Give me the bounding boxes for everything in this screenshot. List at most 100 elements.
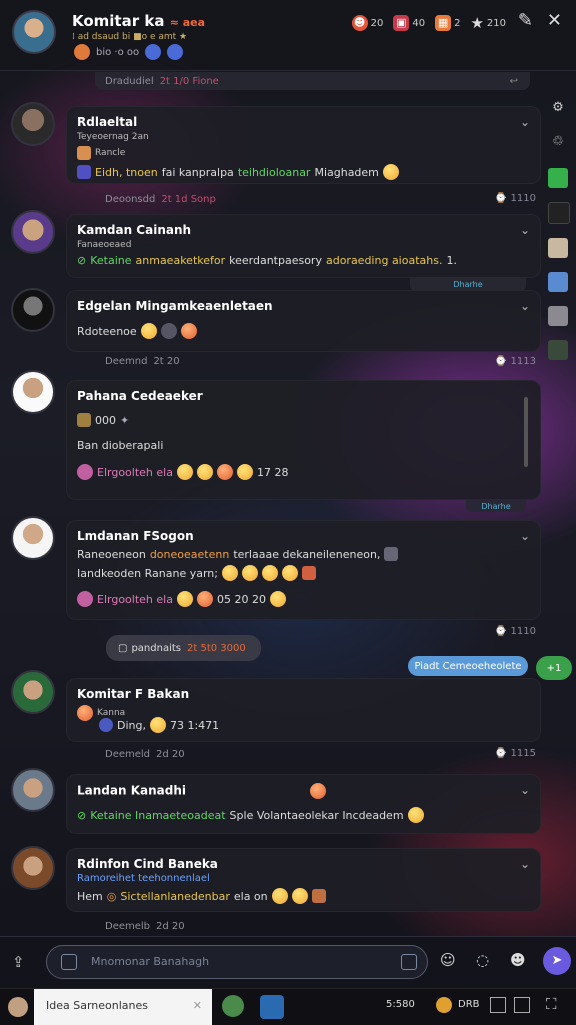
message-card[interactable]: ⌄ Rdinfon Cind Baneka Ramoreihet teehonn… <box>66 848 541 912</box>
scrollbar[interactable] <box>524 397 528 467</box>
edit-icon[interactable]: ✎ <box>518 10 533 31</box>
message-time: ⌚ 1110 <box>494 626 536 637</box>
emoji-picker-icon[interactable]: ☺ <box>440 951 456 969</box>
avatar[interactable] <box>11 210 55 254</box>
gif-icon[interactable] <box>401 954 417 970</box>
reaction-label: Elrgoolteh ela <box>97 592 173 606</box>
flame-icon: ☻ <box>351 15 368 31</box>
stat-gift[interactable]: ▣ 40 <box>393 15 425 31</box>
plus-one-button[interactable]: +1 <box>536 656 572 680</box>
message-author[interactable]: Landan Kanadhi <box>77 783 530 799</box>
separator-text: Deoonsdd <box>105 193 156 205</box>
mood-icon <box>74 44 90 60</box>
message-input-placeholder: Mnomonar Banahagh <box>91 955 210 968</box>
avatar[interactable] <box>11 846 55 890</box>
avatar[interactable] <box>11 288 55 332</box>
message-author[interactable]: Edgelan Mingamkeaenletaen <box>77 299 530 313</box>
avatar[interactable] <box>11 516 55 560</box>
channel-title-accent: ≈ aea <box>169 16 206 29</box>
message-card[interactable]: ⌄ Kamdan Cainanh Fanaeoeaed ⊘ Ketaine an… <box>66 214 541 278</box>
chevron-down-icon[interactable]: ⌄ <box>520 299 530 313</box>
chevron-down-icon[interactable]: ⌄ <box>520 223 530 237</box>
thumbnail-icon-3[interactable] <box>548 306 568 326</box>
message-input[interactable]: Mnomonar Banahagh <box>46 945 428 979</box>
close-icon[interactable]: ✕ <box>547 10 562 31</box>
reaction-row[interactable]: Elrgoolteh ela 17 28 <box>77 464 530 480</box>
message-label: Kanna <box>97 708 126 718</box>
message-time: ⌚ 1115 <box>494 748 536 759</box>
settings-icon[interactable]: ⚙ <box>548 100 568 120</box>
attach-icon[interactable]: ⇪ <box>12 953 25 971</box>
message-card[interactable]: ⌄ Rdlaeltal Teyeoernag 2an Rancle Eidh, … <box>66 106 541 184</box>
message-author-text: Landan Kanadhi <box>77 783 186 798</box>
message-text-end: 1. <box>446 254 457 267</box>
channel-title-text: Komitar ka <box>72 12 165 30</box>
stat-flame[interactable]: ☻ 20 <box>351 15 383 31</box>
image-icon[interactable] <box>61 954 77 970</box>
display-icon[interactable] <box>490 997 506 1013</box>
sticker-icon <box>301 566 316 580</box>
reaction-bar[interactable]: Dharhe <box>466 500 526 512</box>
app-icon-dark[interactable] <box>548 202 570 224</box>
message-author[interactable]: Komitar F Bakan <box>77 687 530 701</box>
message-card[interactable]: ⌄ Edgelan Mingamkeaenletaen Rdoteenoe <box>66 290 541 352</box>
emoji-icon <box>196 591 213 607</box>
separator-text: Deemelb <box>105 920 151 932</box>
chevron-down-icon[interactable]: ⌄ <box>520 857 530 871</box>
fullscreen-icon[interactable]: ⛶ <box>546 995 557 1013</box>
avatar[interactable] <box>11 670 55 714</box>
message-subline: Ramoreihet teehonnenlael <box>77 873 210 884</box>
coin-icon: ◎ <box>106 889 117 903</box>
window-icon[interactable] <box>514 997 530 1013</box>
clear-icon[interactable]: ✕ <box>193 999 202 1012</box>
message-card[interactable]: Pahana Cedeaeker 000 ✦ Ban dioberapali E… <box>66 380 541 500</box>
avatar[interactable] <box>11 370 55 414</box>
tray-icon[interactable] <box>436 997 452 1013</box>
reply-icon[interactable]: ↩ <box>510 76 518 87</box>
star-icon: ★ <box>470 14 484 32</box>
new-messages-pill[interactable]: Piadt Cemeoeheolete <box>408 656 528 676</box>
game-icon[interactable] <box>548 168 568 188</box>
user-avatar-icon[interactable] <box>8 997 28 1017</box>
puzzle-icon[interactable]: ♲ <box>548 134 568 154</box>
message-text: Ding, <box>117 718 146 732</box>
thumbnail-icon-2[interactable] <box>548 272 568 292</box>
message-text: Sple Volantaeolekar Incdeadem <box>229 808 404 822</box>
taskbar-clock: 5:580 <box>386 999 415 1010</box>
reaction-picker-icon[interactable]: ☻ <box>510 951 526 969</box>
message-author[interactable]: Lmdanan FSogon <box>77 529 530 543</box>
avatar[interactable] <box>11 768 55 812</box>
message-author[interactable]: Rdlaeltal <box>77 115 530 129</box>
channel-avatar[interactable] <box>12 10 56 54</box>
taskbar-search[interactable]: Idea Sarneonlanes ✕ <box>34 989 212 1025</box>
reaction-bar[interactable]: Dharhe <box>410 277 526 291</box>
message-author[interactable]: Kamdan Cainanh <box>77 223 530 237</box>
thumbnail-icon-1[interactable] <box>548 238 568 258</box>
header-actions: ✎ ✕ <box>518 10 562 31</box>
stat-star[interactable]: ★ 210 <box>470 14 506 32</box>
message-text-line: Raneoeneon doneoeaetenn terlaaae dekanei… <box>77 547 530 561</box>
badge-icon <box>77 165 91 179</box>
chevron-down-icon[interactable]: ⌄ <box>520 115 530 129</box>
stat-box[interactable]: ▦ 2 <box>435 15 460 31</box>
message-author[interactable]: Pahana Cedeaeker <box>77 389 530 403</box>
chevron-down-icon[interactable]: ⌄ <box>520 783 530 797</box>
app-icon-blue[interactable] <box>260 995 284 1019</box>
header-stats: ☻ 20 ▣ 40 ▦ 2 ★ 210 <box>351 14 506 32</box>
message-card[interactable]: ⌄ Landan Kanadhi ⊘ Ketaine Inamaeteoadea… <box>66 774 541 834</box>
message-author[interactable]: Rdinfon Cind Baneka <box>77 857 530 871</box>
avatar[interactable] <box>11 102 55 146</box>
app-icon-green[interactable] <box>222 995 244 1017</box>
date-pill[interactable]: ▢ pandnaits 2t 5t0 3000 <box>106 635 261 661</box>
chevron-down-icon[interactable]: ⌄ <box>520 529 530 543</box>
reaction-row[interactable]: Elrgoolteh ela 05 20 20 <box>77 591 530 607</box>
send-button[interactable]: ➤ <box>543 947 571 975</box>
message-card[interactable]: Komitar F Bakan Kanna Ding, 73 1:471 <box>66 678 541 742</box>
message-card[interactable]: ⌄ Lmdanan FSogon Raneoeneon doneoeaetenn… <box>66 520 541 620</box>
emoji-icon <box>281 565 298 581</box>
date-pill-text: pandnaits <box>131 642 181 654</box>
thumbnail-icon-4[interactable] <box>548 340 568 360</box>
sticker-picker-icon[interactable]: ◌ <box>476 951 489 969</box>
stat-box-value: 2 <box>454 17 461 29</box>
separator-highlight: 2d 20 <box>156 748 185 760</box>
